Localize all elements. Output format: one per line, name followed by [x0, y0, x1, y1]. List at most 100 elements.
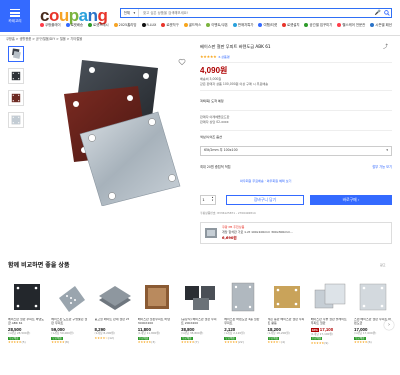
- product-card[interactable]: (공장직) 베이스판 철판 무피트 200X200 38,800 (1개당 38,8…: [181, 278, 219, 345]
- option-label: 색상/사이즈 옵션: [200, 135, 222, 139]
- quick-link-icon: [141, 23, 146, 28]
- microphone-icon[interactable]: 🎤: [374, 10, 382, 16]
- product-card-image[interactable]: [95, 278, 133, 316]
- quick-link-icon: [183, 23, 188, 28]
- product-card-unit-price: (1개당 59,000원): [51, 331, 74, 336]
- thumbnail-1[interactable]: [8, 46, 24, 62]
- product-card-rating: ★★★★★(5): [8, 341, 46, 345]
- product-card[interactable]: 베이스판 철판 무피트 바텐도금 ABK 61 28,500 (1개당 28,500…: [8, 278, 46, 345]
- chevron-down-icon: ▾: [133, 10, 136, 15]
- divider: [200, 62, 392, 63]
- quick-link[interactable]: 여행/티켓: [258, 23, 278, 28]
- thumbnail-3[interactable]: [8, 90, 24, 106]
- thumbnail-2[interactable]: [8, 68, 24, 84]
- option-select[interactable]: 65t/2mm 무 100x100 ▾: [200, 146, 392, 156]
- membership-info[interactable]: 와우회원 무료배송 · 와우회원 혜택 보기: [240, 179, 291, 184]
- add-to-cart-button[interactable]: 장바구니 담기: [226, 195, 304, 205]
- review-count[interactable]: 6 상품평: [218, 55, 229, 60]
- quick-link[interactable]: 시즌별 패션: [370, 23, 392, 28]
- product-card[interactable]: 중고철 메이트 판재 철판 2t 8,290 (1개당 8,290원) ★★★★☆(1…: [95, 278, 133, 345]
- category-menu-button[interactable]: 카테고리: [0, 0, 30, 32]
- ad-label: 광고: [380, 263, 386, 267]
- quick-link[interactable]: 골드박스: [183, 23, 202, 28]
- product-card[interactable]: 스텐 베이스판 철판 무피트 바텐도금 17,000 (1개당 17,000원) 무료…: [354, 278, 392, 345]
- quick-link-label: 이벤트/쿠폰: [211, 23, 228, 28]
- product-card-title[interactable]: 적은 동판 베이스판 철판 무피트 황동: [268, 318, 306, 326]
- heart-icon[interactable]: [178, 58, 188, 68]
- quick-link-icon: [337, 23, 342, 28]
- product-card-title[interactable]: 베이스판 철판 무피트 바텐도금 ABK 61: [8, 318, 46, 326]
- pb-recommendation[interactable]: 쿠팡 PB 추천상품 개당 함석판 가로 1.2t 100x100mm 300x…: [200, 222, 392, 244]
- quick-link-label: R.LUX: [146, 23, 157, 28]
- product-card-image[interactable]: [8, 278, 46, 316]
- quick-link[interactable]: 헬스케어 전문관: [337, 23, 366, 28]
- buy-now-button[interactable]: 바로구매 ›: [310, 195, 392, 205]
- breadcrumb[interactable]: 쿠팡홈 > 생활용품 > 공구/철물/DIY > 철물 > 기타철물: [6, 37, 82, 42]
- product-card[interactable]: 베이스판 바텐도금 4홀 철판 무피트 2,120 (1개당 2,120원) 무료배송…: [224, 278, 262, 345]
- search-input[interactable]: [139, 9, 374, 17]
- rating-stars: ★★★★☆: [94, 335, 108, 340]
- product-card-title[interactable]: 중고철 메이트 판재 철판 2t: [95, 318, 133, 326]
- ad-product-thumbnail: [205, 228, 217, 238]
- review-count: (12): [107, 335, 115, 340]
- installment-link[interactable]: 할부 가능 보기: [372, 165, 392, 170]
- search-icon[interactable]: [382, 9, 391, 17]
- product-card-title[interactable]: 베이스판 철판무피트 바텐 3000X200: [138, 318, 176, 326]
- search-category-select[interactable]: 전체 ▾: [121, 9, 139, 17]
- review-count: (6): [367, 340, 372, 345]
- divider: [200, 90, 392, 91]
- product-main-image[interactable]: [30, 46, 190, 207]
- quantity-stepper[interactable]: 1 ▴ ▾: [200, 195, 216, 205]
- recommend-title: 함께 비교하면 좋을 상품: [8, 262, 70, 269]
- quick-link[interactable]: 2025홈리빙: [113, 23, 137, 28]
- quick-link[interactable]: 판매자특가: [232, 23, 254, 28]
- quantity-arrows[interactable]: ▴ ▾: [210, 197, 215, 202]
- free-shipping-badge: 무료배송: [224, 336, 236, 340]
- thumbnail-list: [8, 46, 24, 128]
- quick-link[interactable]: 로켓프레시: [88, 23, 109, 28]
- quick-link-label: 로켓설치: [287, 23, 300, 28]
- coupon-text: 최대 20원 중립적 적립: [200, 165, 231, 169]
- product-card-title[interactable]: (공장직) 베이스판 철판 무피트 200X200: [181, 318, 219, 326]
- product-card-image[interactable]: [181, 278, 219, 316]
- product-card[interactable]: 적은 동판 베이스판 철판 무피트 황동 18,200 (1개당 18,200원) 무…: [267, 278, 306, 345]
- quick-link-icon: [40, 23, 44, 28]
- free-shipping-badge: 무료배송: [51, 336, 63, 340]
- free-shipping-badge: 무료배송: [137, 336, 150, 340]
- product-card-title[interactable]: 베이스판 도트판 구멍뚫린 철판 무피트: [51, 318, 89, 326]
- quick-link-label: 여행/티켓: [263, 23, 278, 28]
- chevron-right-icon[interactable]: ›: [384, 320, 394, 330]
- quick-link[interactable]: 로켓설치: [282, 23, 300, 28]
- product-card-rating: ★★★★☆(12): [94, 335, 133, 341]
- quick-link[interactable]: 로켓배송: [65, 23, 83, 28]
- coupon-row: 최대 20원 중립적 적립 할부 가능 보기: [200, 165, 392, 170]
- quick-link[interactable]: 이벤트/쿠폰: [206, 23, 228, 28]
- product-card-title[interactable]: 베이스판 바텐도금 4홀 철판 무피트: [224, 318, 262, 326]
- product-card-rating: ★★★★★(8): [51, 341, 89, 345]
- quick-link-label: 헬스케어 전문관: [342, 23, 366, 28]
- share-icon[interactable]: ⤴: [383, 44, 388, 50]
- seller-contact: 판매자 상담 02-xxxx: [200, 120, 229, 124]
- product-card-unit-price: (1개당 28,500원): [8, 331, 31, 336]
- product-card[interactable]: 베이스판 주물 철판 플레이트 무피트 철판 18% 17,100 (1개당 17,1…: [310, 278, 349, 345]
- product-card-title[interactable]: 베이스판 주물 철판 플레이트 무피트 철판: [311, 318, 349, 326]
- product-card-image[interactable]: [224, 278, 262, 316]
- product-card[interactable]: 베이스판 철판무피트 바텐 3000X200 11,800 (1개당 11,800원…: [137, 278, 176, 345]
- rating-row[interactable]: ★★★★★ 6 상품평: [200, 54, 230, 60]
- search-bar: 전체▾ 🎤: [120, 8, 392, 18]
- quick-link[interactable]: R.LUX: [141, 23, 157, 28]
- quick-link[interactable]: 로켓직구: [161, 23, 179, 28]
- product-card-image[interactable]: [51, 278, 89, 316]
- product-card[interactable]: 베이스판 도트판 구멍뚫린 철판 무피트 59,000 (1개당 59,000원) 무…: [51, 278, 89, 345]
- quantity-value[interactable]: 1: [201, 198, 206, 202]
- product-card-image[interactable]: [354, 278, 392, 316]
- product-card-image[interactable]: [268, 278, 306, 316]
- thumbnail-4[interactable]: [8, 112, 24, 128]
- quick-link[interactable]: 쿠팡플레이: [40, 23, 61, 28]
- product-card-image[interactable]: [138, 278, 176, 316]
- quick-link[interactable]: 공간별 집꾸미기: [304, 23, 332, 28]
- product-card-image[interactable]: [311, 278, 349, 316]
- shipping-note: 같은 판매자 상품 100,000원 이상 구매 시 무료배송: [200, 82, 269, 86]
- divider: [200, 130, 392, 131]
- quick-link-label: 골드박스: [188, 23, 202, 28]
